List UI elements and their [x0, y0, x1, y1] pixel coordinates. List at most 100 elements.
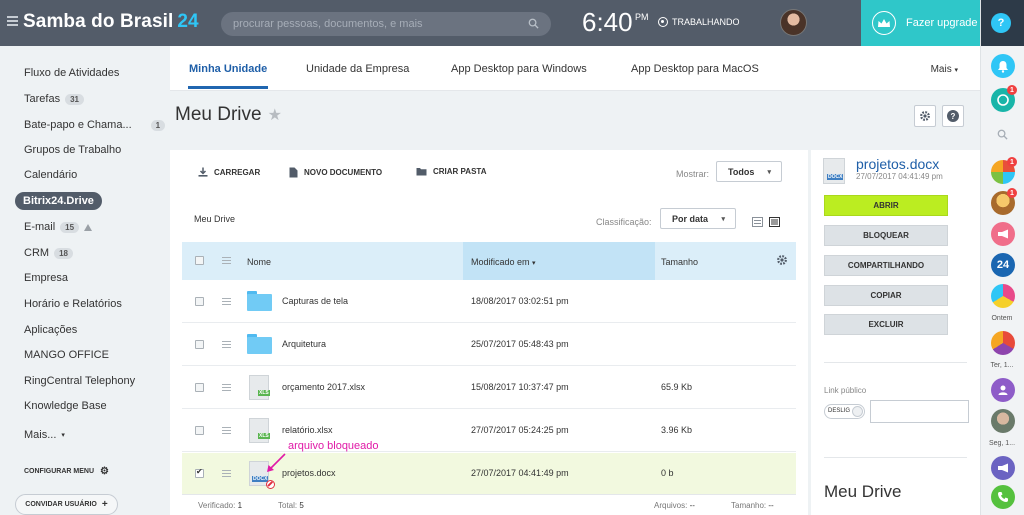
- column-modified[interactable]: Modificado em ▾: [471, 257, 536, 267]
- size-total: Tamanho: --: [731, 501, 774, 510]
- clock[interactable]: 6:40: [582, 7, 633, 38]
- group-chat-avatar[interactable]: [991, 284, 1015, 308]
- file-size: 65.9 Kb: [661, 382, 693, 392]
- open-lines-icon[interactable]: 1: [991, 85, 1017, 112]
- bitrix24-icon[interactable]: 24: [991, 253, 1015, 277]
- sidebar-item-activity-stream[interactable]: Fluxo de Atividades: [24, 67, 119, 79]
- drag-handle-icon[interactable]: [222, 470, 231, 477]
- sidebar-item-chat[interactable]: Bate-papo e Chama... 1: [24, 119, 166, 131]
- notifications-bell-icon[interactable]: [991, 54, 1015, 78]
- selected-file-name[interactable]: projetos.docx: [856, 156, 939, 172]
- tab-desktop-windows[interactable]: App Desktop para Windows: [451, 63, 587, 75]
- tab-my-drive[interactable]: Minha Unidade: [189, 63, 267, 75]
- table-row[interactable]: XLS relatório.xlsx 27/07/2017 05:24:25 p…: [182, 410, 796, 452]
- sidebar-item-ringcentral[interactable]: RingCentral Telephony: [24, 375, 135, 387]
- table-row[interactable]: Capturas de tela 18/08/2017 03:02:51 pm: [182, 281, 796, 323]
- table-row[interactable]: Arquitetura 25/07/2017 05:48:43 pm: [182, 324, 796, 366]
- document-file-icon: DOCX: [823, 158, 845, 184]
- lock-button[interactable]: BLOQUEAR: [824, 225, 948, 246]
- chevron-down-icon: ▾: [61, 432, 65, 439]
- new-document-button[interactable]: NOVO DOCUMENTO: [289, 167, 382, 178]
- tab-company-drive[interactable]: Unidade da Empresa: [306, 63, 409, 75]
- detail-view-icon[interactable]: [769, 217, 780, 227]
- announcement-chat-icon[interactable]: [991, 456, 1015, 480]
- sidebar-item-crm[interactable]: CRM 18: [24, 247, 73, 259]
- sidebar-item-knowledge-base[interactable]: Knowledge Base: [24, 400, 107, 412]
- sort-select[interactable]: Por data ▾: [660, 208, 736, 229]
- upload-button[interactable]: CARREGAR: [198, 167, 260, 177]
- sidebar-item-email[interactable]: E-mail 15: [24, 221, 93, 233]
- tab-desktop-macos[interactable]: App Desktop para MacOS: [631, 63, 759, 75]
- sidebar-item-mango-office[interactable]: MANGO OFFICE: [24, 349, 109, 361]
- public-link-toggle[interactable]: DESLIG: [824, 404, 865, 419]
- file-name[interactable]: Capturas de tela: [282, 296, 348, 306]
- upgrade-button[interactable]: Fazer upgrade: [861, 0, 980, 46]
- select-all-checkbox[interactable]: [195, 256, 204, 265]
- work-status[interactable]: TRABALHANDO: [658, 17, 740, 27]
- user-avatar[interactable]: [780, 9, 807, 36]
- drag-handle-icon[interactable]: [222, 384, 231, 391]
- tabs-more-button[interactable]: Mais ▾: [931, 64, 958, 75]
- contact-photo-avatar[interactable]: [991, 409, 1015, 433]
- file-modified: 15/08/2017 10:37:47 pm: [471, 382, 569, 392]
- help-icon[interactable]: ?: [991, 13, 1011, 33]
- menu-icon[interactable]: [7, 16, 18, 26]
- crown-icon: [872, 11, 896, 35]
- copy-button[interactable]: COPIAR: [824, 285, 948, 306]
- row-checkbox[interactable]: [195, 297, 204, 306]
- file-name[interactable]: orçamento 2017.xlsx: [282, 382, 365, 392]
- public-link-input[interactable]: [870, 400, 969, 423]
- right-bar: ? 1 1 1 24 Ontem Ter, 1... Seg, 1...: [980, 0, 1024, 515]
- create-folder-button[interactable]: CRIAR PASTA: [416, 167, 486, 176]
- delete-button[interactable]: EXCLUIR: [824, 314, 948, 335]
- sidebar-item-applications[interactable]: Aplicações: [24, 324, 77, 336]
- phone-icon[interactable]: [991, 485, 1015, 509]
- row-checkbox[interactable]: [195, 426, 204, 435]
- sidebar-item-company[interactable]: Empresa: [24, 272, 68, 284]
- sidebar-item-drive[interactable]: Bitrix24.Drive: [15, 192, 102, 210]
- drag-handle-icon[interactable]: [222, 427, 231, 434]
- sidebar-item-more[interactable]: Mais... ▾: [24, 429, 65, 441]
- row-checkbox[interactable]: [195, 383, 204, 392]
- contact-group-avatar[interactable]: 1: [991, 157, 1017, 184]
- table-row[interactable]: XLS orçamento 2017.xlsx 15/08/2017 10:37…: [182, 367, 796, 409]
- sidebar-item-workgroups[interactable]: Grupos de Trabalho: [24, 144, 121, 156]
- search-icon[interactable]: [528, 18, 539, 29]
- column-name[interactable]: Nome: [247, 257, 271, 267]
- rightbar-search-icon[interactable]: [997, 127, 1008, 145]
- column-size[interactable]: Tamanho: [661, 257, 698, 267]
- share-button[interactable]: COMPARTILHANDO: [824, 255, 948, 276]
- logo[interactable]: Samba do Brasil 24: [23, 11, 199, 33]
- file-name[interactable]: relatório.xlsx: [282, 425, 333, 435]
- user-contact-icon[interactable]: [991, 378, 1015, 402]
- drag-handle-icon[interactable]: [222, 341, 231, 348]
- help-button[interactable]: ?: [942, 105, 964, 127]
- list-view-icon[interactable]: [752, 217, 763, 227]
- file-name[interactable]: projetos.docx: [282, 468, 336, 478]
- settings-button[interactable]: [914, 105, 936, 127]
- spreadsheet-file-icon: XLS: [249, 375, 270, 400]
- show-filter-select[interactable]: Todos ▾: [716, 161, 782, 182]
- chevron-down-icon: ▾: [721, 216, 725, 223]
- file-name[interactable]: Arquitetura: [282, 339, 326, 349]
- sort-label: Classificação:: [596, 217, 652, 227]
- search-input[interactable]: [233, 12, 523, 36]
- workgroup-avatar[interactable]: [991, 331, 1015, 355]
- invite-user-button[interactable]: CONVIDAR USUÁRIO +: [15, 494, 118, 515]
- configure-menu-button[interactable]: CONFIGURAR MENU ⚙: [24, 466, 109, 477]
- sidebar-item-tasks[interactable]: Tarefas 31: [24, 93, 84, 105]
- row-checkbox[interactable]: [195, 340, 204, 349]
- sort-desc-icon: ▾: [532, 260, 536, 267]
- open-button[interactable]: ABRIR: [824, 195, 948, 216]
- spreadsheet-file-icon: XLS: [249, 418, 270, 443]
- file-list-panel: CARREGAR NOVO DOCUMENTO CRIAR PASTA Most…: [170, 150, 808, 515]
- star-icon[interactable]: ★: [268, 105, 282, 125]
- contact-avatar[interactable]: 1: [991, 188, 1017, 215]
- sidebar-item-time-reports[interactable]: Horário e Relatórios: [24, 298, 122, 310]
- breadcrumb[interactable]: Meu Drive: [194, 214, 235, 224]
- drag-handle-icon[interactable]: [222, 298, 231, 305]
- column-settings-gear-icon[interactable]: [776, 254, 788, 266]
- sidebar-item-calendar[interactable]: Calendário: [24, 169, 77, 181]
- megaphone-chat-icon[interactable]: [991, 222, 1015, 246]
- row-checkbox[interactable]: [195, 467, 204, 478]
